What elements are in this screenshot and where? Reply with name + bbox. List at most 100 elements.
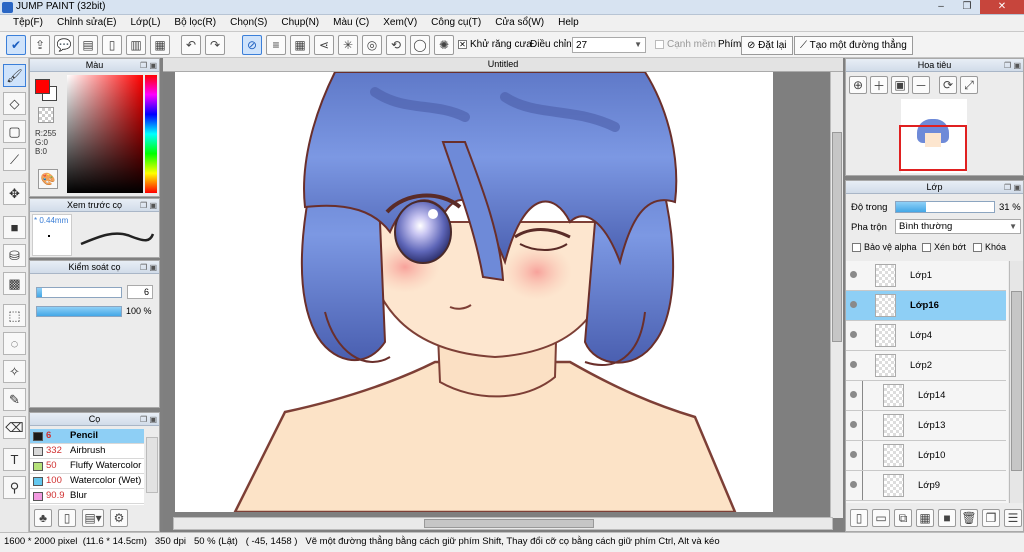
new-brush-icon[interactable]: ▯ xyxy=(58,509,76,527)
brush-item[interactable]: 6 Pencil xyxy=(30,429,144,444)
layer-row[interactable]: Lớp1 xyxy=(846,261,1006,291)
export-icon[interactable]: ⇪ xyxy=(30,35,50,55)
move-tool-icon[interactable]: ✥ xyxy=(3,182,26,205)
eye-icon[interactable] xyxy=(850,271,857,278)
grid-ruler-icon[interactable]: ▦ xyxy=(290,35,310,55)
bucket-tool-icon[interactable]: ⛁ xyxy=(3,244,26,267)
new-folder-layer-icon[interactable]: ▭ xyxy=(872,509,890,527)
select-rect-tool-icon[interactable]: ⬚ xyxy=(3,304,26,327)
grid-icon[interactable]: ▦ xyxy=(150,35,170,55)
close-button[interactable]: ✕ xyxy=(980,0,1024,14)
brush-size-slider[interactable] xyxy=(36,287,122,298)
line-tool-icon[interactable]: ⟋ xyxy=(3,148,26,171)
eye-icon[interactable] xyxy=(850,481,857,488)
brush-size-input[interactable]: 6 xyxy=(127,285,153,299)
panel-buttons-icon[interactable]: ❐ ▣ xyxy=(140,414,157,426)
canvas-tab[interactable]: Untitled xyxy=(163,58,843,72)
layer-menu-icon[interactable]: ☰ xyxy=(1004,509,1022,527)
message-icon[interactable]: ▤ xyxy=(78,35,98,55)
straight-line-button[interactable]: ⟋ Tạo một đường thẳng xyxy=(794,36,913,55)
delete-layer-icon[interactable]: 🗑 xyxy=(960,509,978,527)
comment-icon[interactable]: 💬 xyxy=(54,35,74,55)
rectangle-tool-icon[interactable]: ▢ xyxy=(3,120,26,143)
menu-item[interactable]: Chụp(N) xyxy=(274,15,326,31)
brush-item[interactable]: 50 Fluffy Watercolor xyxy=(30,459,144,474)
brush-opacity-slider[interactable] xyxy=(36,306,122,317)
transparent-swatch[interactable] xyxy=(38,107,54,123)
foreground-color-swatch[interactable] xyxy=(35,79,50,94)
menu-item[interactable]: Lớp(L) xyxy=(124,15,168,31)
fit-window-icon[interactable]: ⤢ xyxy=(960,76,978,94)
adjust-select[interactable]: 27 ▼ xyxy=(572,37,646,53)
fill-rect-tool-icon[interactable]: ■ xyxy=(3,216,26,239)
select-pen-tool-icon[interactable]: ✎ xyxy=(3,388,26,411)
brush-item[interactable]: 332 Airbrush xyxy=(30,444,144,459)
canvas-horizontal-scrollbar[interactable] xyxy=(173,517,833,530)
layer-row[interactable]: Lớp13 xyxy=(846,411,1006,441)
layer-row[interactable]: Lớp16 xyxy=(846,291,1006,321)
menu-item[interactable]: Chỉnh sửa(E) xyxy=(50,15,124,31)
palette-icon[interactable]: 🎨 xyxy=(38,169,58,189)
brush-item[interactable]: 100 Watercolor (Wet) xyxy=(30,474,144,489)
navigator-viewport-frame[interactable] xyxy=(899,125,967,171)
menu-item[interactable]: Chọn(S) xyxy=(223,15,274,31)
tree-icon[interactable]: ♣ xyxy=(34,509,52,527)
zoom-fit-icon[interactable]: ⊕ xyxy=(849,76,867,94)
panel-buttons-icon[interactable]: ❐ ▣ xyxy=(140,262,157,274)
vanishing-point-icon[interactable]: ⋖ xyxy=(314,35,334,55)
copy-layer-icon[interactable]: ⧉ xyxy=(894,509,912,527)
parallel-ruler-icon[interactable]: ≡ xyxy=(266,35,286,55)
menu-item[interactable]: Xem(V) xyxy=(376,15,424,31)
redo-icon[interactable]: ↷ xyxy=(205,35,225,55)
layer-row[interactable]: Lớp14 xyxy=(846,381,1006,411)
pages-icon[interactable]: ▥ xyxy=(126,35,146,55)
panel-buttons-icon[interactable]: ❐ ▣ xyxy=(140,60,157,72)
layer-opacity-slider[interactable] xyxy=(895,201,995,213)
zoom-in-icon[interactable]: ＋ xyxy=(870,76,888,94)
eye-icon[interactable] xyxy=(850,421,857,428)
menu-item[interactable]: Công cụ(T) xyxy=(424,15,488,31)
eye-icon[interactable] xyxy=(850,301,857,308)
no-ruler-icon[interactable]: ⊘ xyxy=(242,35,262,55)
panel-buttons-icon[interactable]: ❐ ▣ xyxy=(1004,60,1021,72)
layer-row[interactable]: Lớp9 xyxy=(846,471,1006,501)
symmetry-icon[interactable]: ✺ xyxy=(434,35,454,55)
brush-menu-icon[interactable]: ▤▾ xyxy=(82,509,104,527)
merge-layer-icon[interactable]: ▦ xyxy=(916,509,934,527)
undo-icon[interactable]: ↶ xyxy=(181,35,201,55)
lasso-tool-icon[interactable]: ◌ xyxy=(3,332,26,355)
drawing-canvas[interactable] xyxy=(175,72,773,512)
zoom-out-icon[interactable]: － xyxy=(912,76,930,94)
circle-ruler-icon[interactable]: ◯ xyxy=(410,35,430,55)
brush-item[interactable]: 90.9 Blur xyxy=(30,489,144,504)
brush-list-scrollbar[interactable] xyxy=(146,437,158,493)
protect-alpha-checkbox[interactable]: Bảo vệ alpha xyxy=(852,242,917,253)
layer-row[interactable]: Lớp4 xyxy=(846,321,1006,351)
zoom-actual-icon[interactable]: ▣ xyxy=(891,76,909,94)
eraser-tool-icon[interactable]: ◇ xyxy=(3,92,26,115)
eye-icon[interactable] xyxy=(850,391,857,398)
canvas-vertical-scrollbar[interactable] xyxy=(830,72,843,518)
menu-item[interactable]: Màu (C) xyxy=(326,15,376,31)
radial-icon[interactable]: ✳ xyxy=(338,35,358,55)
magic-wand-tool-icon[interactable]: ✧ xyxy=(3,360,26,383)
layer-row[interactable]: Lớp10 xyxy=(846,441,1006,471)
curve-ruler-icon[interactable]: ⟲ xyxy=(386,35,406,55)
menu-item[interactable]: Help xyxy=(551,15,586,31)
reset-button[interactable]: ⊘ Đặt lại xyxy=(741,36,793,55)
menu-item[interactable]: Bộ lọc(R) xyxy=(167,15,223,31)
panel-buttons-icon[interactable]: ❐ ▣ xyxy=(140,200,157,212)
rotate-icon[interactable]: ⟳ xyxy=(939,76,957,94)
brush-settings-icon[interactable]: ⚙ xyxy=(110,509,128,527)
text-tool-icon[interactable]: T xyxy=(3,448,26,471)
eye-icon[interactable] xyxy=(850,451,857,458)
check-icon[interactable]: ✔ xyxy=(6,35,26,55)
blend-mode-select[interactable]: Bình thường ▼ xyxy=(895,219,1021,234)
layer-list-scrollbar[interactable] xyxy=(1009,261,1023,503)
hue-slider[interactable] xyxy=(145,75,157,193)
edge-checkbox[interactable]: Cạnh mềm xyxy=(655,39,716,50)
brush-tool-icon[interactable]: 🖌 xyxy=(3,64,26,87)
panel-buttons-icon[interactable]: ❐ ▣ xyxy=(1004,182,1021,194)
menu-item[interactable]: Cửa sổ(W) xyxy=(488,15,551,31)
lock-checkbox[interactable]: Khóa xyxy=(973,242,1006,253)
